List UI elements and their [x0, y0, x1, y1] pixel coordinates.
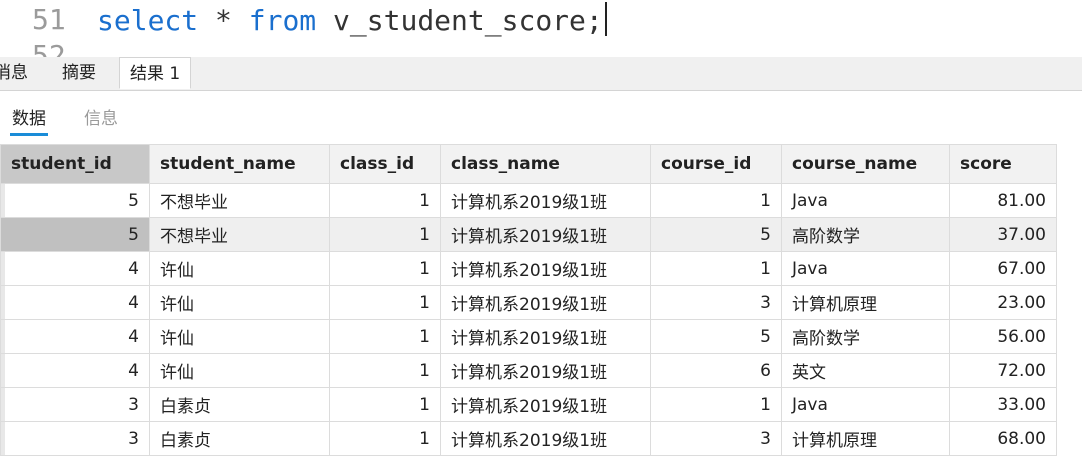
cell-class-name[interactable]: 计算机系2019级1班	[440, 387, 651, 422]
table-row[interactable]: 3 白素贞 1 计算机系2019级1班 3 计算机原理 68.00	[0, 421, 1057, 456]
sql-editor[interactable]: 51 52 select * from v_student_score;	[0, 0, 1082, 57]
cell-course-id[interactable]: 1	[650, 183, 782, 218]
cell-student-id[interactable]: 3	[0, 421, 150, 456]
cell-student-name[interactable]: 许仙	[149, 319, 330, 354]
column-header-student-id[interactable]: student_id	[0, 144, 150, 184]
cell-score[interactable]: 67.00	[949, 251, 1057, 286]
cell-class-id[interactable]: 1	[329, 421, 441, 456]
cell-student-id[interactable]: 3	[0, 387, 150, 422]
operator-star: *	[215, 4, 232, 37]
cell-class-name[interactable]: 计算机系2019级1班	[440, 421, 651, 456]
cell-course-name[interactable]: 计算机原理	[781, 421, 950, 456]
cell-class-id[interactable]: 1	[329, 251, 441, 286]
cell-course-name[interactable]: 计算机原理	[781, 285, 950, 320]
cell-score[interactable]: 81.00	[949, 183, 1057, 218]
table-row[interactable]: 4 许仙 1 计算机系2019级1班 1 Java 67.00	[0, 251, 1057, 286]
sql-code-line[interactable]: select * from v_student_score;	[97, 2, 607, 39]
cell-student-name[interactable]: 不想毕业	[149, 183, 330, 218]
cell-class-name[interactable]: 计算机系2019级1班	[440, 251, 651, 286]
keyword-from: from	[248, 4, 317, 37]
cell-student-name[interactable]: 许仙	[149, 285, 330, 320]
cell-student-id[interactable]: 5	[0, 217, 150, 252]
cell-class-name[interactable]: 计算机系2019级1班	[440, 183, 651, 218]
cell-score[interactable]: 56.00	[949, 319, 1057, 354]
cell-student-name[interactable]: 许仙	[149, 251, 330, 286]
cell-course-name[interactable]: 高阶数学	[781, 217, 950, 252]
cell-course-id[interactable]: 5	[650, 217, 782, 252]
cell-class-id[interactable]: 1	[329, 387, 441, 422]
result-tab-strip: 消息 摘要 结果 1	[0, 57, 1082, 91]
cell-class-id[interactable]: 1	[329, 353, 441, 388]
cell-course-id[interactable]: 3	[650, 285, 782, 320]
cell-student-id[interactable]: 4	[0, 285, 150, 320]
cell-course-name[interactable]: 英文	[781, 353, 950, 388]
table-row[interactable]: 4 许仙 1 计算机系2019级1班 3 计算机原理 23.00	[0, 285, 1057, 320]
line-number: 51	[32, 3, 66, 36]
view-name: v_student_score;	[333, 4, 603, 37]
cell-course-id[interactable]: 3	[650, 421, 782, 456]
cell-student-name[interactable]: 白素贞	[149, 421, 330, 456]
tab-messages[interactable]: 消息	[0, 57, 28, 90]
cell-class-id[interactable]: 1	[329, 285, 441, 320]
line-number: 52	[32, 39, 66, 57]
text-caret	[604, 2, 607, 36]
table-row[interactable]: 5 不想毕业 1 计算机系2019级1班 1 Java 81.00	[0, 183, 1057, 218]
cell-score[interactable]: 37.00	[949, 217, 1057, 252]
cell-student-id[interactable]: 4	[0, 353, 150, 388]
cell-class-name[interactable]: 计算机系2019级1班	[440, 217, 651, 252]
table-header: student_id student_name class_id class_name…	[0, 144, 1057, 184]
column-header-course-id[interactable]: course_id	[650, 144, 782, 184]
cell-course-name[interactable]: Java	[781, 387, 950, 422]
cell-course-id[interactable]: 5	[650, 319, 782, 354]
tab-summary[interactable]: 摘要	[62, 57, 96, 90]
sub-tab-bar: 数据 信息	[0, 91, 1082, 143]
table-row[interactable]: 3 白素贞 1 计算机系2019级1班 1 Java 33.00	[0, 387, 1057, 422]
cell-score[interactable]: 72.00	[949, 353, 1057, 388]
cell-course-id[interactable]: 1	[650, 251, 782, 286]
table-row[interactable]: 5 不想毕业 1 计算机系2019级1班 5 高阶数学 37.00	[0, 217, 1057, 252]
cell-class-id[interactable]: 1	[329, 319, 441, 354]
keyword-select: select	[97, 4, 199, 37]
column-header-class-id[interactable]: class_id	[329, 144, 441, 184]
table-row[interactable]: 4 许仙 1 计算机系2019级1班 5 高阶数学 56.00	[0, 319, 1057, 354]
cell-class-id[interactable]: 1	[329, 217, 441, 252]
tab-result-1[interactable]: 结果 1	[119, 57, 192, 89]
table-row[interactable]: 4 许仙 1 计算机系2019级1班 6 英文 72.00	[0, 353, 1057, 388]
column-header-course-name[interactable]: course_name	[781, 144, 950, 184]
result-grid[interactable]: student_id student_name class_id class_name…	[0, 144, 1057, 456]
cell-class-name[interactable]: 计算机系2019级1班	[440, 285, 651, 320]
tab-info[interactable]: 信息	[84, 107, 118, 131]
cell-student-name[interactable]: 许仙	[149, 353, 330, 388]
cell-score[interactable]: 23.00	[949, 285, 1057, 320]
cell-course-id[interactable]: 1	[650, 387, 782, 422]
tab-data[interactable]: 数据	[10, 107, 48, 136]
cell-class-name[interactable]: 计算机系2019级1班	[440, 353, 651, 388]
cell-course-name[interactable]: Java	[781, 183, 950, 218]
cell-score[interactable]: 33.00	[949, 387, 1057, 422]
cell-student-name[interactable]: 不想毕业	[149, 217, 330, 252]
cell-student-id[interactable]: 4	[0, 319, 150, 354]
cell-class-name[interactable]: 计算机系2019级1班	[440, 319, 651, 354]
column-header-student-name[interactable]: student_name	[149, 144, 330, 184]
cell-student-id[interactable]: 5	[0, 183, 150, 218]
column-header-score[interactable]: score	[949, 144, 1057, 184]
cell-course-name[interactable]: Java	[781, 251, 950, 286]
cell-student-name[interactable]: 白素贞	[149, 387, 330, 422]
cell-student-id[interactable]: 4	[0, 251, 150, 286]
cell-course-name[interactable]: 高阶数学	[781, 319, 950, 354]
cell-score[interactable]: 68.00	[949, 421, 1057, 456]
column-header-class-name[interactable]: class_name	[440, 144, 651, 184]
cell-course-id[interactable]: 6	[650, 353, 782, 388]
cell-class-id[interactable]: 1	[329, 183, 441, 218]
